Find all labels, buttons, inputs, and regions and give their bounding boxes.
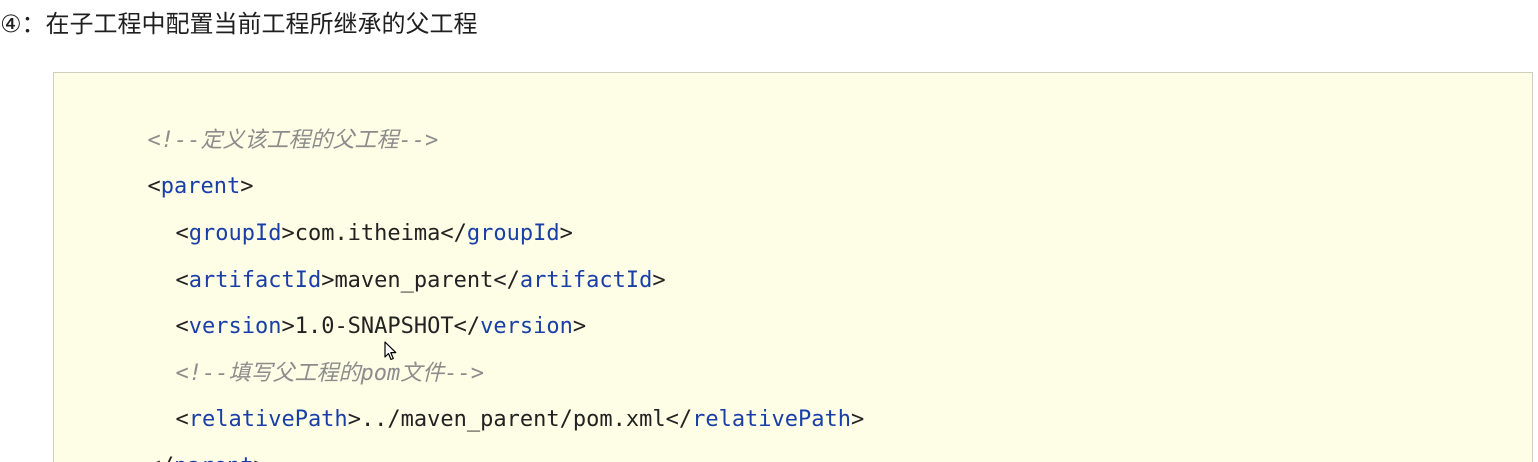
code-line-groupid: <groupId>com.itheima</groupId> bbox=[175, 221, 573, 246]
code-line-relativepath: <relativePath>../maven_parent/pom.xml</r… bbox=[175, 407, 865, 432]
step-heading: ④：在子工程中配置当前工程所继承的父工程 bbox=[0, 4, 478, 44]
code-line-parent-open: <parent> bbox=[147, 174, 254, 199]
mouse-cursor-icon bbox=[384, 341, 397, 361]
step-heading-text: ：在子工程中配置当前工程所继承的父工程 bbox=[21, 10, 478, 38]
xml-value: ../maven_parent/pom.xml bbox=[360, 407, 666, 432]
code-line-artifactid: <artifactId>maven_parent</artifactId> bbox=[175, 268, 666, 293]
code-block: <!--定义该工程的父工程--> <parent> <groupId>com.i… bbox=[53, 72, 1533, 462]
xml-tag-name: relativePath bbox=[692, 407, 852, 432]
xml-tag-name: parent bbox=[174, 454, 253, 462]
code-line-parent-close: </parent> bbox=[68, 416, 266, 462]
code-line-version: <version>1.0-SNAPSHOT</version> bbox=[175, 314, 587, 339]
code-line-comment-define-parent: <!--定义该工程的父工程--> bbox=[68, 90, 438, 153]
step-number-marker: ④ bbox=[0, 10, 22, 38]
xml-tag-name: version bbox=[480, 314, 573, 339]
document-page: ④：在子工程中配置当前工程所继承的父工程 <!--定义该工程的父工程--> <p… bbox=[0, 0, 1538, 462]
code-line-comment-pom: <!--填写父工程的pom文件--> bbox=[96, 323, 483, 386]
